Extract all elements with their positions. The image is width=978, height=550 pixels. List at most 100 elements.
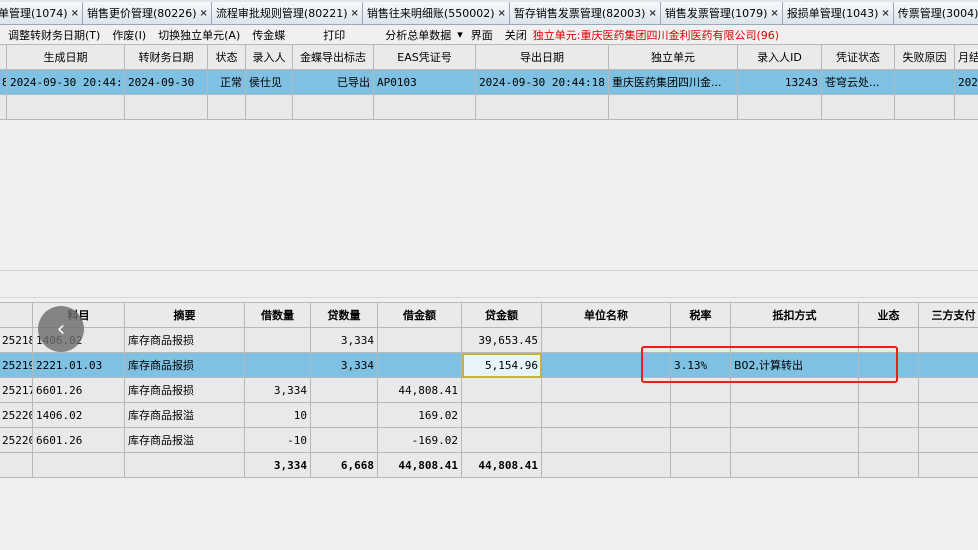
cell[interactable]: 3,334 — [310, 352, 378, 378]
cell[interactable] — [461, 377, 542, 403]
col-header-debit-amount[interactable]: 借金额 — [377, 302, 462, 328]
col-header-deduction[interactable]: 抵扣方式 — [730, 302, 859, 328]
cell[interactable]: 13243 — [737, 69, 822, 95]
cell[interactable] — [292, 94, 374, 120]
col-header-fail-reason[interactable]: 失败原因 — [894, 44, 955, 70]
col-header-status[interactable]: 状态 — [207, 44, 246, 70]
cell[interactable] — [6, 94, 125, 120]
col-header-month-end[interactable]: 月结开 — [954, 44, 978, 70]
cell[interactable] — [730, 402, 859, 428]
close-icon[interactable]: × — [497, 8, 505, 19]
tab-approval-rules[interactable]: 流程审批规则管理(80221) × — [211, 2, 363, 24]
close-icon[interactable]: × — [351, 8, 359, 19]
cell[interactable] — [954, 94, 978, 120]
cell[interactable] — [207, 94, 246, 120]
cell[interactable] — [821, 94, 895, 120]
cell[interactable]: 侯仕见 — [245, 69, 293, 95]
cell[interactable] — [918, 327, 978, 353]
cell[interactable]: 252201 — [0, 402, 33, 428]
cell[interactable] — [310, 377, 378, 403]
menu-close[interactable]: 关闭 — [505, 27, 527, 43]
cell[interactable]: 2024-09-30 20:44:18 — [475, 69, 609, 95]
cell[interactable]: 2024- — [954, 69, 978, 95]
menu-ui[interactable]: 界面 — [471, 27, 493, 43]
cell[interactable]: 库存商品报损 — [124, 327, 245, 353]
cell[interactable] — [608, 94, 738, 120]
cell[interactable] — [461, 402, 542, 428]
col-header-unit[interactable]: 独立单元 — [608, 44, 738, 70]
close-icon[interactable]: × — [648, 8, 656, 19]
cell[interactable]: 正常 — [207, 69, 246, 95]
tab-loss-report[interactable]: 报损单管理(1043) × — [782, 2, 894, 24]
cell[interactable]: 3,334 — [244, 377, 311, 403]
cell-focused[interactable]: 5,154.96 — [461, 352, 542, 378]
tab-report-loss-doc[interactable]: 单管理(1074) × — [0, 2, 83, 24]
cell[interactable]: 252199 — [0, 352, 33, 378]
cell[interactable]: 库存商品报损 — [124, 352, 245, 378]
cell[interactable]: 2221.01.03 — [32, 352, 125, 378]
cell[interactable]: 10 — [244, 402, 311, 428]
cell[interactable] — [918, 377, 978, 403]
tab-sales-invoice[interactable]: 销售发票管理(1079) × — [660, 2, 783, 24]
cell[interactable]: -169.02 — [377, 427, 462, 453]
table-row[interactable] — [0, 94, 978, 120]
cell[interactable] — [310, 402, 378, 428]
col-header-unit-name[interactable]: 单位名称 — [541, 302, 671, 328]
cell[interactable] — [918, 427, 978, 453]
close-icon[interactable]: × — [881, 8, 889, 19]
col-header-entered-by[interactable]: 录入人 — [245, 44, 293, 70]
cell[interactable]: -10 — [244, 427, 311, 453]
cell[interactable]: 库存商品报溢 — [124, 427, 245, 453]
cell[interactable]: 库存商品报损 — [124, 377, 245, 403]
cell[interactable]: 39,653.45 — [461, 327, 542, 353]
cell[interactable]: 252188 — [0, 327, 33, 353]
cell[interactable] — [461, 427, 542, 453]
pane-splitter[interactable] — [0, 270, 978, 298]
cell[interactable] — [244, 327, 311, 353]
cell[interactable] — [894, 94, 955, 120]
cell[interactable] — [918, 402, 978, 428]
col-header-tax-rate[interactable]: 税率 — [670, 302, 731, 328]
col-header-summary[interactable]: 摘要 — [124, 302, 245, 328]
back-icon[interactable]: ‹ — [38, 306, 84, 352]
cell[interactable] — [244, 352, 311, 378]
col-header-finance-date[interactable]: 转财务日期 — [124, 44, 208, 70]
cell[interactable] — [858, 402, 919, 428]
close-icon[interactable]: × — [200, 8, 208, 19]
cell[interactable]: 6601.26 — [32, 377, 125, 403]
cell[interactable]: 44,808.41 — [377, 377, 462, 403]
col-header-export-flag[interactable]: 金蝶导出标志 — [292, 44, 374, 70]
cell[interactable] — [670, 427, 731, 453]
cell[interactable] — [858, 427, 919, 453]
cell[interactable] — [730, 427, 859, 453]
tab-sales-ledger[interactable]: 销售往来明细账(550002) × — [362, 2, 510, 24]
col-header-user-id[interactable]: 录入人ID — [737, 44, 822, 70]
cell[interactable]: 1406.02 — [32, 402, 125, 428]
cell[interactable]: 169.02 — [377, 402, 462, 428]
cell[interactable] — [377, 327, 462, 353]
cell[interactable] — [894, 69, 955, 95]
menu-send-kingdee[interactable]: 传金蝶 — [252, 27, 285, 43]
tab-temp-invoice[interactable]: 暂存销售发票管理(82003) × — [509, 2, 661, 24]
col-header-debit-qty[interactable]: 借数量 — [244, 302, 311, 328]
close-icon[interactable]: × — [71, 8, 79, 19]
cell[interactable]: 2024-09-30 20:44:12 — [6, 69, 125, 95]
cell[interactable]: 重庆医药集团四川金... — [608, 69, 738, 95]
table-row[interactable]: 252200 6601.26 库存商品报溢 -10 -169.02 — [0, 427, 978, 453]
menu-analyze[interactable]: 分析总单数据 — [385, 27, 451, 43]
cell[interactable] — [373, 94, 476, 120]
menu-switch-unit[interactable]: 切换独立单元(A) — [158, 27, 240, 43]
cell[interactable]: 库存商品报溢 — [124, 402, 245, 428]
col-header-third-party[interactable]: 三方支付 — [918, 302, 978, 328]
cell[interactable] — [245, 94, 293, 120]
menu-print[interactable]: 打印 — [323, 27, 345, 43]
table-row[interactable]: 8 2024-09-30 20:44:12 2024-09-30 正常 侯仕见 … — [0, 69, 978, 95]
col-header-credit-amount[interactable]: 贷金额 — [461, 302, 542, 328]
col-header-eas-voucher[interactable]: EAS凭证号 — [373, 44, 476, 70]
col-header[interactable] — [0, 302, 33, 328]
cell[interactable] — [670, 402, 731, 428]
cell[interactable] — [377, 352, 462, 378]
col-header-voucher-status[interactable]: 凭证状态 — [821, 44, 895, 70]
table-row[interactable]: 252201 1406.02 库存商品报溢 10 169.02 — [0, 402, 978, 428]
tab-sales-price-change[interactable]: 销售更价管理(80226) × — [82, 2, 212, 24]
